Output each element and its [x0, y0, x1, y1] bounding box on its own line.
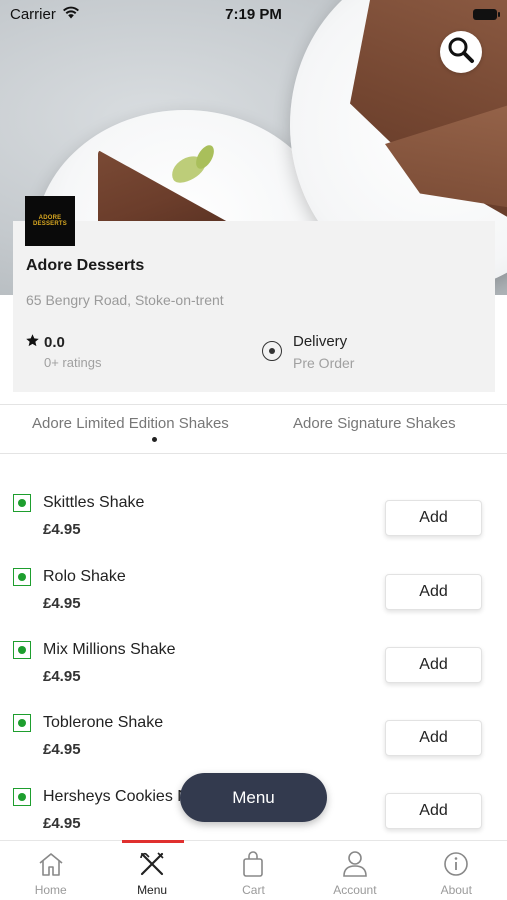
product-name: Skittles Shake — [43, 494, 145, 511]
star-icon — [25, 333, 40, 352]
nav-about[interactable]: About — [406, 841, 507, 900]
add-button[interactable]: Add — [385, 793, 482, 829]
search-icon — [446, 35, 476, 70]
screen: Carrier 7:19 PM ADORE DESSERTS Adore Des… — [0, 0, 507, 900]
wifi-icon — [62, 6, 80, 23]
active-tab-indicator — [152, 437, 157, 442]
product-price: £4.95 — [43, 521, 81, 538]
veg-icon — [13, 568, 31, 586]
rating-value: 0.0 — [44, 334, 65, 351]
tab-signature-shakes[interactable]: Adore Signature Shakes — [293, 415, 456, 432]
delivery-radio-icon[interactable] — [262, 341, 282, 361]
ratings-count: 0+ ratings — [44, 355, 102, 370]
restaurant-name: Adore Desserts — [26, 257, 145, 274]
product-name: Toblerone Shake — [43, 714, 164, 731]
veg-icon — [13, 714, 31, 732]
bottom-nav: Home Menu Cart Account About — [0, 840, 507, 900]
rating: 0.0 — [25, 333, 65, 352]
restaurant-address: 65 Bengry Road, Stoke-on-trent — [26, 292, 224, 308]
product-price: £4.95 — [43, 595, 81, 612]
veg-icon — [13, 494, 31, 512]
nav-cart[interactable]: Cart — [203, 841, 304, 900]
info-icon — [441, 849, 471, 879]
nav-label: Menu — [137, 883, 168, 897]
home-icon — [36, 849, 66, 879]
carrier-label: Carrier — [10, 5, 56, 23]
product-price: £4.95 — [43, 741, 81, 758]
product-price: £4.95 — [43, 668, 81, 685]
delivery-title[interactable]: Delivery — [293, 333, 347, 350]
add-button[interactable]: Add — [385, 574, 482, 610]
tab-limited-edition-shakes[interactable]: Adore Limited Edition Shakes — [32, 415, 229, 432]
nav-label: Cart — [242, 883, 265, 897]
restaurant-logo: ADORE DESSERTS — [25, 196, 75, 246]
nav-home[interactable]: Home — [0, 841, 101, 900]
product-item: Toblerone Shake £4.95 Add — [0, 714, 507, 774]
product-name: Rolo Shake — [43, 568, 126, 585]
product-item: Skittles Shake £4.95 Add — [0, 494, 507, 554]
search-button[interactable] — [440, 31, 482, 73]
person-icon — [340, 849, 370, 879]
add-button[interactable]: Add — [385, 720, 482, 756]
veg-icon — [13, 788, 31, 806]
add-button[interactable]: Add — [385, 647, 482, 683]
nav-account[interactable]: Account — [304, 841, 405, 900]
battery-icon — [473, 8, 500, 20]
delivery-subtitle: Pre Order — [293, 355, 355, 371]
menu-pill-button[interactable]: Menu — [180, 773, 327, 822]
status-bar: Carrier 7:19 PM — [0, 0, 507, 28]
status-left: Carrier — [10, 6, 80, 23]
fork-knife-icon — [137, 849, 167, 879]
veg-icon — [13, 641, 31, 659]
add-button[interactable]: Add — [385, 500, 482, 536]
product-name: Mix Millions Shake — [43, 641, 176, 658]
product-item: Mix Millions Shake £4.95 Add — [0, 641, 507, 701]
category-tabs: Adore Limited Edition Shakes Adore Signa… — [0, 404, 507, 454]
product-price: £4.95 — [43, 815, 81, 832]
product-item: Rolo Shake £4.95 Add — [0, 568, 507, 628]
nav-label: Home — [34, 883, 67, 897]
bag-icon — [238, 849, 268, 879]
nav-menu[interactable]: Menu — [101, 840, 202, 900]
nav-label: Account — [333, 883, 377, 897]
logo-text: ADORE DESSERTS — [33, 215, 67, 227]
nav-label: About — [440, 883, 472, 897]
